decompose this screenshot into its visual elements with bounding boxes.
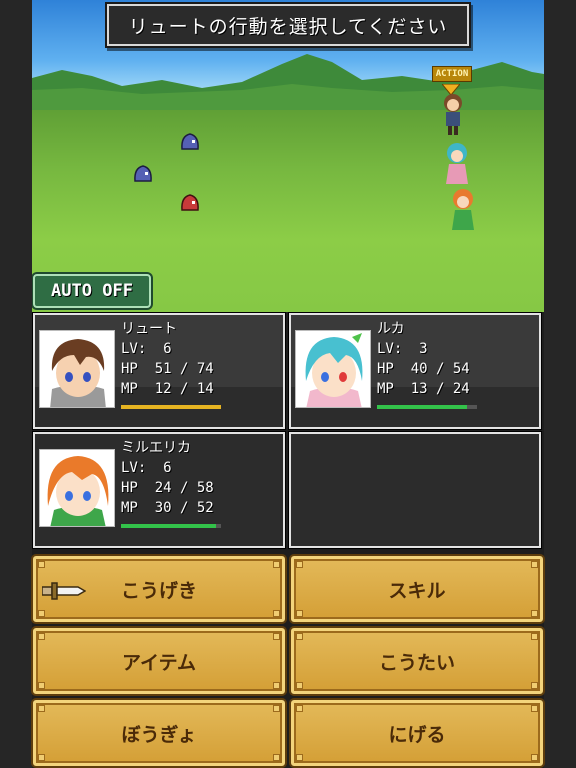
- button-corner-stud: [531, 705, 538, 712]
- defend-label: ぼうぎょ: [121, 723, 197, 746]
- button-corner-stud: [296, 705, 303, 712]
- sword-cursor-icon: [42, 582, 86, 600]
- hp-value: 24: [154, 480, 172, 496]
- left-border: [0, 0, 32, 768]
- mp-value: 30: [154, 500, 172, 516]
- item-button[interactable]: アイテム: [33, 628, 285, 694]
- auto-toggle-button[interactable]: AUTO OFF: [33, 274, 151, 308]
- button-corner-stud: [296, 633, 303, 640]
- button-corner-stud: [531, 754, 538, 761]
- attack-label: こうげき: [120, 579, 197, 602]
- slime-red-enemy[interactable]: [180, 193, 200, 211]
- level-value: 6: [163, 341, 172, 357]
- gauge-fill: [121, 405, 221, 409]
- item-label: アイテム: [121, 651, 197, 674]
- mp-label: MP: [121, 381, 138, 397]
- level-label: LV:: [121, 341, 147, 357]
- button-corner-stud: [296, 610, 303, 617]
- button-corner-stud: [273, 561, 280, 568]
- button-corner-stud: [531, 633, 538, 640]
- escape-button[interactable]: にげる: [291, 700, 543, 766]
- button-corner-stud: [273, 705, 280, 712]
- escape-label: にげる: [388, 723, 446, 746]
- button-corner-stud: [273, 682, 280, 689]
- hp-label: HP: [121, 480, 138, 496]
- character-name: ルカ: [377, 321, 405, 337]
- level-label: LV:: [121, 460, 147, 476]
- mp-value: 13: [410, 381, 428, 397]
- button-corner-stud: [273, 610, 280, 617]
- button-corner-stud: [531, 610, 538, 617]
- hp-max: 58: [196, 480, 214, 496]
- mp-max: 52: [196, 500, 214, 516]
- button-corner-stud: [296, 561, 303, 568]
- mp-max: 14: [196, 381, 214, 397]
- button-corner-stud: [38, 682, 45, 689]
- button-corner-stud: [38, 610, 45, 617]
- level-value: 6: [163, 460, 172, 476]
- gauge-bar: [121, 524, 221, 528]
- gauge-fill: [377, 405, 467, 409]
- button-corner-stud: [273, 754, 280, 761]
- battle-message: リュートの行動を選択してください: [107, 4, 469, 46]
- portrait-luka: [295, 330, 371, 408]
- button-corner-stud: [531, 561, 538, 568]
- gauge-bar: [377, 405, 477, 409]
- mp-label: MP: [121, 500, 138, 516]
- level-label: LV:: [377, 341, 403, 357]
- portrait-lute: [39, 330, 115, 408]
- battlefield: リュートの行動を選択してください ACTION AUTO OFF: [32, 0, 544, 312]
- slime-blue-enemy[interactable]: [180, 132, 200, 150]
- button-corner-stud: [296, 754, 303, 761]
- hp-max: 54: [452, 361, 470, 377]
- button-corner-stud: [273, 633, 280, 640]
- switch-member-button[interactable]: こうたい: [291, 628, 543, 694]
- gauge-bar: [121, 405, 221, 409]
- switch-member-label: こうたい: [378, 651, 455, 674]
- level-value: 3: [419, 341, 428, 357]
- defend-button[interactable]: ぼうぎょ: [33, 700, 285, 766]
- right-border: [544, 0, 576, 768]
- character-name: リュート: [121, 321, 177, 337]
- slime-blue-enemy[interactable]: [133, 164, 153, 182]
- hp-label: HP: [377, 361, 394, 377]
- party-status-empty: [289, 432, 541, 548]
- hp-label: HP: [121, 361, 138, 377]
- button-corner-stud: [38, 561, 45, 568]
- gauge-fill: [121, 524, 216, 528]
- hero-sprite-milerica: [452, 189, 474, 230]
- hp-max: 74: [196, 361, 214, 377]
- hero-sprite-luka: [446, 143, 468, 184]
- mp-label: MP: [377, 381, 394, 397]
- button-corner-stud: [38, 633, 45, 640]
- mp-max: 24: [452, 381, 470, 397]
- skill-button[interactable]: スキル: [291, 556, 543, 622]
- button-corner-stud: [38, 754, 45, 761]
- action-tag: ACTION: [432, 66, 472, 82]
- button-corner-stud: [296, 682, 303, 689]
- hp-value: 51: [154, 361, 172, 377]
- skill-label: スキル: [388, 579, 446, 602]
- hp-value: 40: [410, 361, 428, 377]
- mp-value: 12: [154, 381, 172, 397]
- character-name: ミルエリカ: [121, 440, 191, 456]
- attack-button[interactable]: こうげき: [33, 556, 285, 622]
- button-corner-stud: [531, 682, 538, 689]
- hero-sprite-lute: [444, 94, 462, 135]
- party-status-luka[interactable]: ルカ LV: 3 HP 40 / 54 MP 13 / 24: [289, 313, 541, 429]
- party-status-milerica[interactable]: ミルエリカ LV: 6 HP 24 / 58 MP 30 / 52: [33, 432, 285, 548]
- portrait-milerica: [39, 449, 115, 527]
- button-corner-stud: [38, 705, 45, 712]
- party-status-lute[interactable]: リュート LV: 6 HP 51 / 74 MP 12 / 14: [33, 313, 285, 429]
